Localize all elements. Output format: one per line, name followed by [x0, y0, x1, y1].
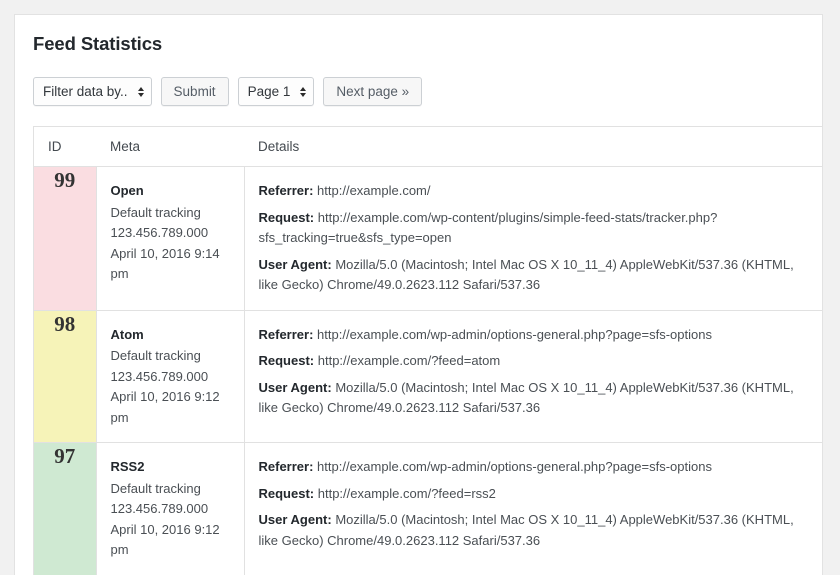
row-meta-cell: RSS2Default tracking123.456.789.000April…	[96, 443, 244, 575]
column-header-meta: Meta	[96, 127, 244, 167]
meta-tracking-mode: Default tracking	[111, 346, 234, 367]
meta-feed-type: Open	[111, 181, 234, 202]
feed-stats-table-wrapper: ID Meta Details 99OpenDefault tracking12…	[33, 126, 823, 575]
table-row: 99OpenDefault tracking123.456.789.000Apr…	[34, 167, 823, 311]
page-background: Feed Statistics Filter data by.. Submit …	[0, 0, 840, 575]
detail-user-agent-label: User Agent:	[259, 380, 332, 395]
detail-request-label: Request:	[259, 486, 315, 501]
meta-timestamp: April 10, 2016 9:12 pm	[111, 387, 234, 428]
filter-data-by-select[interactable]: Filter data by..	[33, 77, 152, 106]
meta-feed-type: RSS2	[111, 457, 234, 478]
row-id-cell: 98	[34, 310, 96, 443]
meta-ip-address: 123.456.789.000	[111, 367, 234, 388]
detail-user-agent-label: User Agent:	[259, 512, 332, 527]
page-select[interactable]: Page 1	[238, 77, 315, 106]
filter-toolbar: Filter data by.. Submit Page 1 Next page…	[33, 77, 806, 106]
detail-request: Request: http://example.com/?feed=rss2	[259, 484, 814, 505]
detail-user-agent-value: Mozilla/5.0 (Macintosh; Intel Mac OS X 1…	[259, 512, 794, 548]
stepper-arrows-icon	[300, 87, 306, 97]
detail-request-label: Request:	[259, 353, 315, 368]
detail-user-agent: User Agent: Mozilla/5.0 (Macintosh; Inte…	[259, 378, 814, 419]
page-title: Feed Statistics	[33, 33, 806, 55]
row-id-cell: 97	[34, 443, 96, 575]
meta-feed-type: Atom	[111, 325, 234, 346]
detail-request-value: http://example.com/?feed=rss2	[318, 486, 496, 501]
detail-referrer-label: Referrer:	[259, 183, 314, 198]
detail-user-agent-value: Mozilla/5.0 (Macintosh; Intel Mac OS X 1…	[259, 380, 794, 416]
detail-user-agent-value: Mozilla/5.0 (Macintosh; Intel Mac OS X 1…	[259, 257, 794, 293]
meta-timestamp: April 10, 2016 9:14 pm	[111, 244, 234, 285]
row-details-cell: Referrer: http://example.com/wp-admin/op…	[244, 310, 823, 443]
detail-referrer-value: http://example.com/	[317, 183, 430, 198]
detail-referrer: Referrer: http://example.com/wp-admin/op…	[259, 457, 814, 478]
stepper-arrows-icon	[138, 87, 144, 97]
table-row: 97RSS2Default tracking123.456.789.000Apr…	[34, 443, 823, 575]
feed-stats-table: ID Meta Details 99OpenDefault tracking12…	[34, 127, 823, 575]
meta-tracking-mode: Default tracking	[111, 479, 234, 500]
table-header-row: ID Meta Details	[34, 127, 823, 167]
detail-user-agent-label: User Agent:	[259, 257, 332, 272]
row-details-cell: Referrer: http://example.com/Request: ht…	[244, 167, 823, 311]
meta-ip-address: 123.456.789.000	[111, 223, 234, 244]
detail-referrer-value: http://example.com/wp-admin/options-gene…	[317, 459, 712, 474]
row-id-cell: 99	[34, 167, 96, 311]
detail-request-value: http://example.com/?feed=atom	[318, 353, 500, 368]
row-meta-cell: AtomDefault tracking123.456.789.000April…	[96, 310, 244, 443]
table-body: 99OpenDefault tracking123.456.789.000Apr…	[34, 167, 823, 575]
detail-referrer: Referrer: http://example.com/wp-admin/op…	[259, 325, 814, 346]
detail-request: Request: http://example.com/wp-content/p…	[259, 208, 814, 249]
meta-tracking-mode: Default tracking	[111, 203, 234, 224]
detail-request-value: http://example.com/wp-content/plugins/si…	[259, 210, 718, 246]
page-select-value: Page 1	[248, 84, 291, 99]
meta-timestamp: April 10, 2016 9:12 pm	[111, 520, 234, 561]
column-header-id: ID	[34, 127, 96, 167]
submit-button[interactable]: Submit	[161, 77, 229, 106]
table-row: 98AtomDefault tracking123.456.789.000Apr…	[34, 310, 823, 443]
filter-data-by-select-value: Filter data by..	[43, 84, 128, 99]
detail-referrer-label: Referrer:	[259, 459, 314, 474]
detail-request: Request: http://example.com/?feed=atom	[259, 351, 814, 372]
detail-referrer-value: http://example.com/wp-admin/options-gene…	[317, 327, 712, 342]
feed-statistics-card: Feed Statistics Filter data by.. Submit …	[14, 14, 823, 575]
detail-referrer: Referrer: http://example.com/	[259, 181, 814, 202]
detail-request-label: Request:	[259, 210, 315, 225]
row-details-cell: Referrer: http://example.com/wp-admin/op…	[244, 443, 823, 575]
detail-referrer-label: Referrer:	[259, 327, 314, 342]
detail-user-agent: User Agent: Mozilla/5.0 (Macintosh; Inte…	[259, 510, 814, 551]
next-page-button[interactable]: Next page »	[323, 77, 422, 106]
row-meta-cell: OpenDefault tracking123.456.789.000April…	[96, 167, 244, 311]
meta-ip-address: 123.456.789.000	[111, 499, 234, 520]
detail-user-agent: User Agent: Mozilla/5.0 (Macintosh; Inte…	[259, 255, 814, 296]
column-header-details: Details	[244, 127, 823, 167]
table-header: ID Meta Details	[34, 127, 823, 167]
